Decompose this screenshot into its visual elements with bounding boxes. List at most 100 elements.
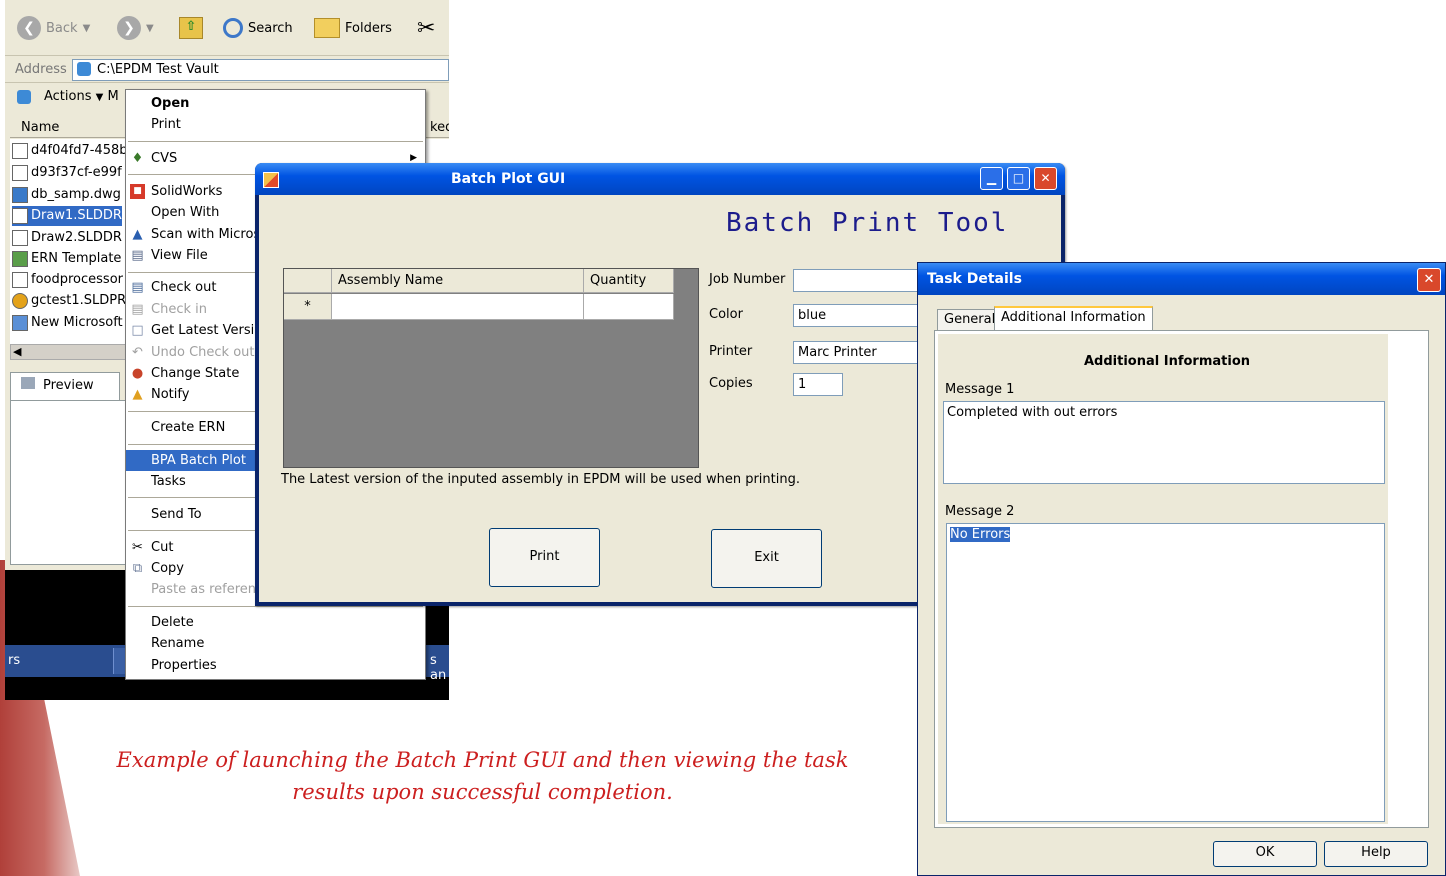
menu-item-label: Notify [151,387,190,402]
taskbar-item-label[interactable]: s an [430,653,449,683]
tab-general[interactable]: General [937,309,1003,331]
printer-input[interactable]: Marc Printer [793,341,918,364]
menu-item-label: Cut [151,540,174,555]
menu-item-open[interactable]: Open [126,93,425,114]
job-number-input[interactable] [793,269,918,292]
help-button[interactable]: Help [1324,841,1428,867]
file-row[interactable]: d4f04fd7-458b [12,141,128,161]
vault-icon [77,62,91,76]
job-number-label: Job Number [709,272,786,287]
menu-item-print[interactable]: Print [126,114,425,135]
close-icon[interactable]: ✕ [1034,167,1057,190]
file-row[interactable]: db_samp.dwg [12,185,121,205]
file-name: foodprocessor [31,272,123,287]
scroll-left-icon: ◀ [13,345,22,358]
file-row[interactable]: d93f37cf-e99f [12,163,122,183]
up-folder-button[interactable]: ⇧ [179,12,203,44]
drawing-icon [12,272,28,288]
search-button[interactable]: Search [223,12,293,44]
assembly-name-column-header[interactable]: Assembly Name [332,269,584,293]
folders-button[interactable]: Folders [314,12,392,44]
assembly-name-cell[interactable] [332,294,584,320]
file-name: New Microsoft [31,315,123,330]
message1-field[interactable]: Completed with out errors [943,401,1385,484]
copies-input[interactable]: 1 [793,373,843,396]
assembly-grid[interactable]: Assembly Name Quantity * [283,268,699,468]
file-row[interactable]: ERN Template [12,249,121,269]
back-button[interactable]: ❮ Back ▼ [17,12,90,44]
file-name: ERN Template [31,251,122,266]
cut-toolbar-button[interactable]: ✂ [417,12,435,44]
copies-label: Copies [709,376,753,391]
file-row[interactable]: New Microsoft [12,313,123,333]
name-column-header[interactable]: Name [21,120,59,135]
file-name: Draw2.SLDDR [31,230,122,245]
checked-column-header[interactable]: ked [430,120,449,135]
search-icon [223,18,243,38]
message2-field[interactable]: No Errors [946,523,1385,822]
next-menu-label: M [107,89,119,104]
address-label: Address [15,62,67,77]
minimize-icon[interactable]: ▁ [980,167,1003,190]
quantity-cell[interactable] [584,294,674,320]
quantity-column-header[interactable]: Quantity [584,269,674,293]
menu-item-label: Open With [151,205,220,220]
file-row[interactable]: foodprocessor [12,270,123,290]
caption: Example of launching the Batch Print GUI… [60,744,905,808]
exit-button[interactable]: Exit [711,529,822,588]
file-row[interactable]: Draw2.SLDDR [12,228,122,248]
back-label: Back [46,20,78,36]
check-in-icon: ▤ [131,302,144,317]
close-icon[interactable]: ✕ [1417,268,1441,292]
forward-arrow-icon: ❯ [117,16,141,40]
forward-button[interactable]: ❯ ▼ [117,12,154,44]
batch-plot-titlebar[interactable]: Batch Plot GUI ▁ □ ✕ [255,163,1065,195]
drawing-icon [12,230,28,246]
solidworks-icon: ■ [130,184,145,199]
actions-menu[interactable]: Actions ▼ M [44,89,119,104]
menu-item-label: View File [151,248,208,263]
address-input[interactable]: C:\EPDM Test Vault [72,59,449,81]
menu-item-label: Check out [151,280,217,295]
preview-icon [21,377,35,389]
dropdown-arrow-icon: ▼ [82,22,91,34]
file-name: gctest1.SLDPR [31,293,127,308]
folders-icon [314,18,340,38]
file-row[interactable]: gctest1.SLDPR [12,291,126,311]
task-details-title: Task Details [927,271,1022,287]
menu-item-label: Send To [151,507,202,522]
up-folder-icon: ⇧ [179,17,203,39]
color-input[interactable]: blue [793,304,918,327]
menu-item-label: Create ERN [151,420,226,435]
document-icon [12,143,28,159]
tab-additional-information[interactable]: Additional Information [994,306,1153,331]
menu-item-label: Rename [151,636,205,651]
new-file-icon [12,315,28,331]
document-icon [12,165,28,181]
menu-item-properties[interactable]: Properties [126,655,425,676]
actions-icon [17,90,31,104]
preview-tab[interactable]: Preview [10,372,120,400]
menu-item-label: Change State [151,366,240,381]
menu-item-rename[interactable]: Rename [126,633,425,654]
change-state-icon: ● [131,366,144,381]
taskbar-item-label[interactable]: rs [8,653,20,668]
menu-item-delete[interactable]: Delete [126,612,425,633]
dropdown-arrow-icon: ▼ [146,22,154,34]
scissors-icon: ✂ [417,15,436,41]
menu-item-label: Tasks [151,474,186,489]
undo-icon: ↶ [132,345,143,360]
window-title: Batch Plot GUI [451,171,566,187]
menu-item-label: Get Latest Versio [151,323,263,338]
ok-button[interactable]: OK [1213,841,1317,867]
task-details-titlebar[interactable]: Task Details ✕ [918,263,1445,295]
explorer-toolbar: ❮ Back ▼ ❯ ▼ ⇧ Search Folders ✂ [5,0,449,56]
color-label: Color [709,307,743,322]
print-button[interactable]: Print [489,528,600,587]
actions-label: Actions [44,89,92,104]
back-arrow-icon: ❮ [17,16,41,40]
file-row-selected[interactable]: Draw1.SLDDR [12,206,122,226]
maximize-icon[interactable]: □ [1007,167,1030,190]
new-row-marker: * [284,294,332,320]
menu-item-label: Scan with Microso [151,227,269,242]
